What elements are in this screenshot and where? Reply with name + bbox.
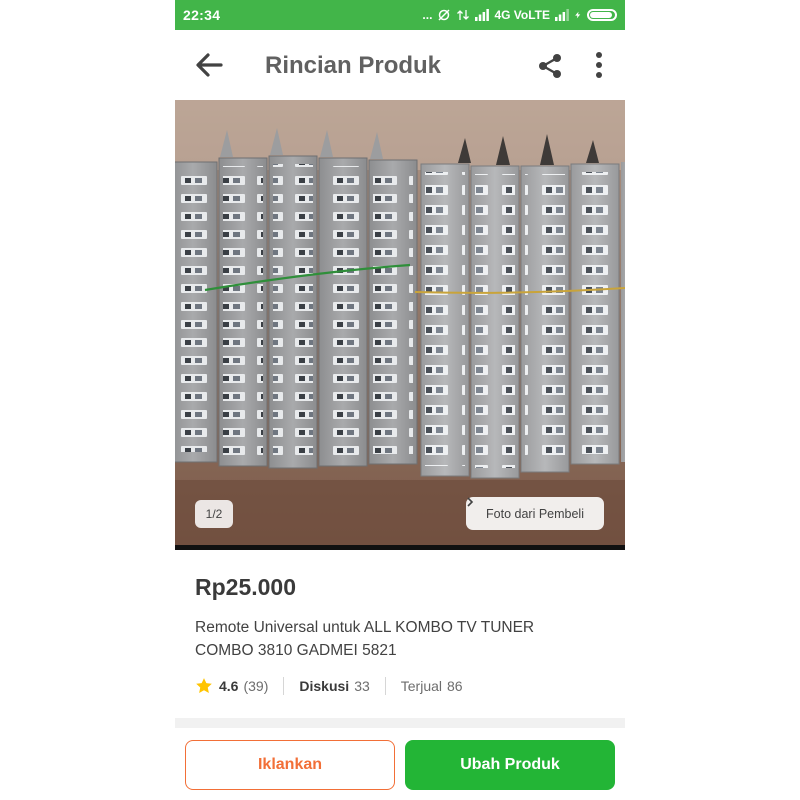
star-icon (196, 678, 212, 693)
product-title-line-1: Remote Universal untuk ALL KOMBO TV TUNE… (195, 619, 535, 636)
status-bar: 22:34 ... 4G VoLTE (175, 0, 625, 30)
network-type: 4G VoLTE (494, 8, 550, 22)
section-divider (175, 718, 625, 728)
discussion-count: 33 (354, 678, 370, 694)
sold-count: 86 (447, 678, 463, 694)
rating-value: 4.6 (219, 678, 239, 694)
charging-icon (575, 11, 581, 19)
battery-icon (587, 9, 617, 21)
data-arrows-icon (457, 10, 470, 20)
mute-icon (438, 9, 450, 21)
discussion-label[interactable]: Diskusi (299, 678, 349, 694)
image-page-indicator: 1/2 (195, 500, 233, 528)
buyer-photo-button[interactable]: Foto dari Pembeli (466, 497, 604, 530)
more-vert-icon[interactable] (589, 51, 609, 79)
battery-fill (590, 12, 612, 18)
share-icon[interactable] (537, 53, 563, 79)
product-photo (175, 100, 625, 550)
product-stats: 4.6 (39) Diskusi 33 Terjual 86 (195, 675, 463, 697)
status-time: 22:34 (183, 7, 221, 23)
status-dots: ... (422, 8, 433, 22)
sold-label: Terjual (400, 678, 443, 694)
signal-icon-1 (475, 9, 490, 21)
edit-product-button[interactable]: Ubah Produk (405, 740, 615, 790)
remote-boxes-left (175, 128, 418, 469)
stats-divider (283, 677, 285, 695)
arrow-left-icon[interactable] (195, 52, 223, 78)
product-price: Rp25.000 (195, 574, 297, 600)
product-title-line-2: COMBO 3810 GADMEI 5821 (195, 642, 397, 659)
phone-screen: 22:34 ... 4G VoLTE Rincian Produk 1/2 Fo… (175, 0, 625, 800)
rating-count[interactable]: (39) (243, 678, 268, 694)
advertise-button[interactable]: Iklankan (185, 740, 395, 790)
buyer-photo-label: Foto dari Pembeli (486, 506, 584, 521)
remote-boxes-right (420, 134, 625, 479)
chevron-right-icon (467, 497, 474, 507)
app-bar: Rincian Produk (175, 30, 625, 100)
product-image[interactable]: 1/2 Foto dari Pembeli (175, 100, 625, 550)
stats-divider (384, 677, 386, 695)
signal-icon-2 (555, 9, 569, 21)
page-title: Rincian Produk (265, 52, 442, 79)
status-indicators: ... 4G VoLTE (422, 6, 617, 24)
product-title: Remote Universal untuk ALL KOMBO TV TUNE… (195, 616, 595, 662)
